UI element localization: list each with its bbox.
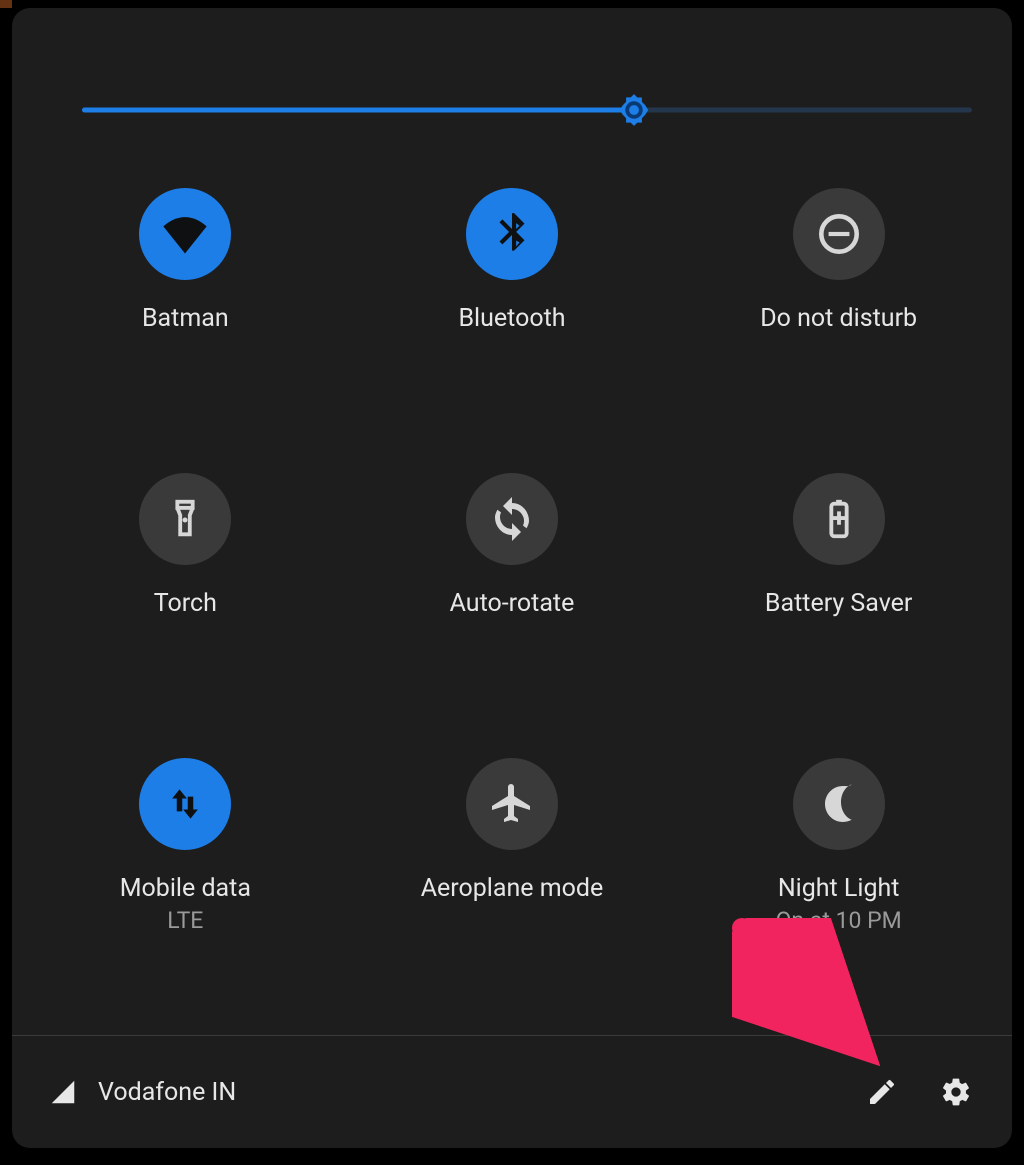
tile-aeroplane-mode-label: Aeroplane mode bbox=[421, 874, 604, 903]
wifi-icon bbox=[159, 208, 211, 260]
tile-autorotate-circle bbox=[466, 473, 558, 565]
nightlight-icon bbox=[815, 780, 863, 828]
mobiledata-icon bbox=[163, 782, 207, 826]
footer-bar: Vodafone IN bbox=[12, 1036, 1012, 1148]
tiles-grid: Batman Bluetooth Do not disturb bbox=[12, 188, 1012, 934]
tile-aeroplane-mode[interactable]: Aeroplane mode bbox=[349, 758, 676, 934]
tile-night-light-circle bbox=[793, 758, 885, 850]
gear-icon bbox=[940, 1076, 972, 1108]
brightness-slider[interactable] bbox=[82, 90, 972, 130]
torch-icon bbox=[162, 496, 208, 542]
tile-bluetooth-circle bbox=[466, 188, 558, 280]
tile-battery-saver[interactable]: Battery Saver bbox=[675, 473, 1002, 618]
tile-wifi-label: Batman bbox=[142, 304, 229, 333]
autorotate-icon bbox=[488, 495, 536, 543]
brightness-track-fill bbox=[82, 108, 634, 113]
tile-bluetooth-label: Bluetooth bbox=[458, 304, 565, 333]
tile-autorotate-label: Auto-rotate bbox=[450, 589, 575, 618]
tile-mobile-data-circle bbox=[139, 758, 231, 850]
tile-wifi-circle bbox=[139, 188, 231, 280]
signal-icon bbox=[48, 1077, 78, 1107]
edit-tiles-button[interactable] bbox=[858, 1068, 906, 1116]
battery-icon bbox=[816, 496, 862, 542]
tile-battery-saver-label: Battery Saver bbox=[765, 589, 912, 618]
tile-autorotate[interactable]: Auto-rotate bbox=[349, 473, 676, 618]
carrier-label: Vodafone IN bbox=[98, 1078, 236, 1107]
background-sliver bbox=[0, 0, 12, 1157]
tile-aeroplane-mode-circle bbox=[466, 758, 558, 850]
tile-battery-saver-circle bbox=[793, 473, 885, 565]
tile-torch-circle bbox=[139, 473, 231, 565]
dnd-icon bbox=[814, 209, 864, 259]
tile-night-light-sub: On at 10 PM bbox=[776, 907, 902, 934]
tile-bluetooth[interactable]: Bluetooth bbox=[349, 188, 676, 333]
tile-night-light[interactable]: Night Light On at 10 PM bbox=[675, 758, 1002, 934]
brightness-thumb[interactable] bbox=[615, 91, 653, 129]
tile-dnd-circle bbox=[793, 188, 885, 280]
tile-wifi[interactable]: Batman bbox=[22, 188, 349, 333]
tile-night-light-label: Night Light bbox=[778, 874, 900, 903]
airplane-icon bbox=[488, 780, 536, 828]
brightness-icon bbox=[615, 91, 653, 129]
tile-torch-label: Torch bbox=[154, 589, 217, 618]
tile-mobile-data-sub: LTE bbox=[167, 907, 203, 934]
tile-dnd-label: Do not disturb bbox=[760, 304, 917, 333]
tile-mobile-data[interactable]: Mobile data LTE bbox=[22, 758, 349, 934]
tile-torch[interactable]: Torch bbox=[22, 473, 349, 618]
settings-button[interactable] bbox=[932, 1068, 980, 1116]
tile-dnd[interactable]: Do not disturb bbox=[675, 188, 1002, 333]
bluetooth-icon bbox=[487, 209, 537, 259]
tile-mobile-data-label: Mobile data bbox=[120, 874, 251, 903]
pencil-icon bbox=[866, 1076, 898, 1108]
quick-settings-panel: Batman Bluetooth Do not disturb bbox=[12, 8, 1012, 1148]
